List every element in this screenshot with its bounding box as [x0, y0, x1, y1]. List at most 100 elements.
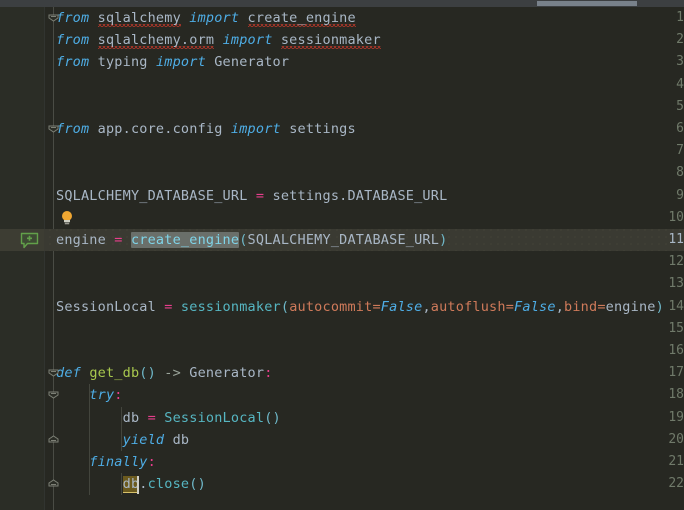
code-line[interactable]: 15: [0, 318, 684, 340]
code-line[interactable]: 19 db = SessionLocal(): [0, 407, 684, 429]
code-token: sessionmaker: [181, 299, 281, 315]
code-token: autocommit: [289, 299, 372, 315]
code-line[interactable]: 16: [0, 340, 684, 362]
code-line-text[interactable]: from app.core.config import settings: [56, 118, 356, 140]
code-line-text[interactable]: from sqlalchemy.orm import sessionmaker: [56, 29, 381, 51]
code-line[interactable]: 21 finally:: [0, 451, 684, 473]
code-token: from: [56, 10, 98, 26]
code-line[interactable]: 11 engine = create_engine(SQLALCHEMY_DATA…: [0, 229, 684, 251]
line-number[interactable]: 5: [644, 96, 684, 118]
code-token: =: [114, 232, 122, 248]
code-token: False: [514, 299, 556, 315]
code-line[interactable]: 4: [0, 74, 684, 96]
line-number[interactable]: 11: [644, 229, 684, 251]
code-editor-window: 1 from sqlalchemy import create_engine 2 fr…: [0, 0, 684, 510]
line-number[interactable]: 17: [644, 362, 684, 384]
code-line-text[interactable]: yield db: [56, 429, 189, 451]
code-token: [223, 121, 231, 137]
line-number[interactable]: 6: [644, 118, 684, 140]
code-line[interactable]: 6 from app.core.config import settings: [0, 118, 684, 140]
code-token: import: [231, 121, 281, 137]
code-line[interactable]: 17 def get_db() -> Generator:: [0, 362, 684, 384]
code-line[interactable]: 20 yield db: [0, 429, 684, 451]
horizontal-scrollbar-thumb[interactable]: [537, 1, 637, 6]
code-line[interactable]: 22 db.close(): [0, 473, 684, 495]
code-line-text[interactable]: db.close(): [56, 473, 206, 495]
code-token: (): [139, 365, 156, 381]
code-line[interactable]: 1 from sqlalchemy import create_engine: [0, 7, 684, 29]
text-caret: [137, 476, 139, 494]
line-number[interactable]: 21: [644, 451, 684, 473]
code-token: Generator: [214, 54, 289, 70]
line-number[interactable]: 2: [644, 29, 684, 51]
code-line-text[interactable]: from typing import Generator: [56, 51, 289, 73]
code-token: app.core.config: [98, 121, 223, 137]
line-number[interactable]: 13: [644, 273, 684, 295]
code-line-text[interactable]: from sqlalchemy import create_engine: [56, 7, 356, 29]
line-number[interactable]: 22: [644, 473, 684, 495]
fold-start-icon[interactable]: [46, 10, 61, 25]
line-number[interactable]: 7: [644, 140, 684, 162]
fold-start-icon[interactable]: [46, 387, 61, 402]
line-number[interactable]: 16: [644, 340, 684, 362]
fold-end-icon[interactable]: [46, 432, 61, 447]
code-line[interactable]: 5: [0, 96, 684, 118]
line-number[interactable]: 10: [644, 207, 684, 229]
code-line-text[interactable]: def get_db() -> Generator:: [56, 362, 273, 384]
line-number[interactable]: 4: [644, 74, 684, 96]
code-line[interactable]: 10: [0, 207, 684, 229]
code-token: try: [56, 387, 114, 403]
code-token: engine: [606, 299, 656, 315]
code-line[interactable]: 12: [0, 251, 684, 273]
code-token: finally: [56, 454, 148, 470]
code-line-text[interactable]: finally:: [56, 451, 156, 473]
code-token: settings: [289, 121, 356, 137]
code-line-text[interactable]: try:: [56, 384, 123, 406]
code-token: [214, 32, 222, 48]
code-token: .: [139, 476, 147, 492]
code-line[interactable]: 18 try:: [0, 384, 684, 406]
line-number[interactable]: 8: [644, 162, 684, 184]
code-token: (: [281, 299, 289, 315]
code-line[interactable]: 3 from typing import Generator: [0, 51, 684, 73]
code-token: [181, 10, 189, 26]
line-number[interactable]: 15: [644, 318, 684, 340]
code-content[interactable]: 1 from sqlalchemy import create_engine 2 fr…: [0, 7, 684, 510]
code-line[interactable]: 14SessionLocal = sessionmaker(autocommit…: [0, 296, 684, 318]
code-line-text[interactable]: engine = create_engine(SQLALCHEMY_DATABA…: [56, 229, 447, 251]
code-token: import: [223, 32, 273, 48]
line-number[interactable]: 3: [644, 51, 684, 73]
code-line-text[interactable]: db = SessionLocal(): [56, 407, 281, 429]
code-token: [173, 299, 181, 315]
code-line[interactable]: 8: [0, 162, 684, 184]
horizontal-scrollbar-track[interactable]: [0, 0, 684, 7]
fold-end-icon[interactable]: [46, 476, 61, 491]
fold-start-icon[interactable]: [46, 121, 61, 136]
code-line[interactable]: 13: [0, 273, 684, 295]
code-token: =: [256, 188, 264, 204]
code-token: (: [239, 232, 247, 248]
code-line[interactable]: 7: [0, 140, 684, 162]
code-line[interactable]: 9 SQLALCHEMY_DATABASE_URL = settings.DATA…: [0, 185, 684, 207]
code-token: import: [189, 10, 239, 26]
line-number[interactable]: 12: [644, 251, 684, 273]
code-token: db: [56, 410, 148, 426]
code-token: (): [264, 410, 281, 426]
editor-area[interactable]: 1 from sqlalchemy import create_engine 2 fr…: [0, 7, 684, 510]
code-token: [206, 54, 214, 70]
line-number[interactable]: 19: [644, 407, 684, 429]
line-number[interactable]: 9: [644, 185, 684, 207]
code-token: sqlalchemy.orm: [98, 32, 215, 49]
fold-start-icon[interactable]: [46, 365, 61, 380]
code-token: =: [597, 299, 605, 315]
line-number[interactable]: 20: [644, 429, 684, 451]
code-line[interactable]: 2 from sqlalchemy.orm import sessionmaker: [0, 29, 684, 51]
line-number[interactable]: 18: [644, 384, 684, 406]
line-number[interactable]: 1: [644, 7, 684, 29]
code-line-text[interactable]: SessionLocal = sessionmaker(autocommit=F…: [56, 296, 664, 318]
intention-bulb-icon[interactable]: [60, 210, 74, 226]
code-token: from: [56, 32, 98, 48]
add-comment-icon[interactable]: [20, 232, 40, 249]
selected-token: create_engine: [131, 232, 239, 248]
code-line-text[interactable]: SQLALCHEMY_DATABASE_URL = settings.DATAB…: [56, 185, 447, 207]
